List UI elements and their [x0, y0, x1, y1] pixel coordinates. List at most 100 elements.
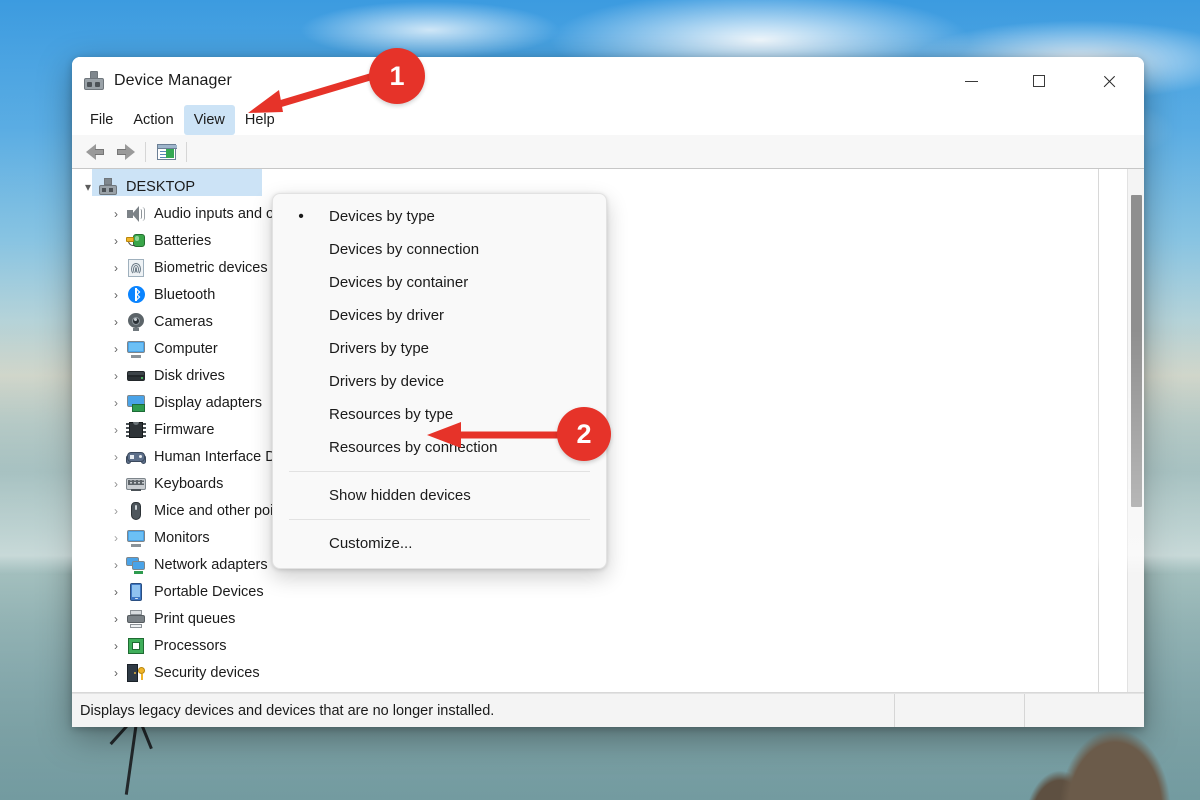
device-manager-window: Device Manager File Action View Help ▾ D… — [72, 57, 1144, 727]
menu-bar: File Action View Help — [72, 105, 1144, 135]
tree-root-label: DESKTOP — [126, 178, 196, 195]
gamepad-icon — [126, 448, 146, 466]
mouse-icon — [126, 501, 146, 520]
back-button[interactable] — [80, 139, 110, 165]
chevron-right-icon[interactable]: › — [108, 478, 124, 490]
chevron-right-icon[interactable]: › — [108, 289, 124, 301]
portable-device-icon — [126, 582, 146, 601]
chevron-right-icon[interactable]: › — [108, 316, 124, 328]
tree-item-label: Processors — [154, 637, 227, 654]
annotation-arrow-1 — [248, 70, 384, 113]
menu-item-drivers-by-device[interactable]: Drivers by device — [273, 365, 606, 398]
chevron-right-icon[interactable]: › — [108, 262, 124, 274]
maximize-button[interactable] — [1016, 57, 1062, 105]
detail-pane — [1098, 169, 1144, 692]
tree-item-label: Computer — [154, 340, 218, 357]
forward-icon — [116, 143, 135, 160]
battery-icon — [126, 232, 146, 250]
menu-item-label: Show hidden devices — [329, 487, 471, 504]
desktop-wallpaper: Device Manager File Action View Help ▾ D… — [0, 0, 1200, 800]
view-dropdown-menu: • Devices by type Devices by connection … — [272, 193, 607, 569]
menu-separator-1 — [289, 471, 590, 472]
tree-item-label: Disk drives — [154, 367, 225, 384]
status-cell-2 — [1024, 694, 1144, 727]
firmware-chip-icon — [126, 421, 146, 439]
menu-item-devices-by-connection[interactable]: Devices by connection — [273, 233, 606, 266]
tree-item-label: Security devices — [154, 664, 260, 681]
vertical-scrollbar[interactable] — [1127, 169, 1144, 692]
chevron-right-icon[interactable]: › — [108, 235, 124, 247]
menu-file[interactable]: File — [80, 105, 123, 135]
tree-item-label: Network adapters — [154, 556, 268, 573]
chevron-right-icon[interactable]: › — [108, 397, 124, 409]
toolbar-separator-2 — [186, 141, 187, 162]
chevron-right-icon[interactable]: › — [108, 532, 124, 544]
annotation-arrow-2 — [427, 422, 565, 448]
toolbar-separator — [145, 141, 146, 162]
menu-item-drivers-by-type[interactable]: Drivers by type — [273, 332, 606, 365]
chevron-right-icon[interactable]: › — [108, 640, 124, 652]
menu-item-devices-by-type[interactable]: • Devices by type — [273, 200, 606, 233]
tree-row-portable-devices[interactable]: › Portable Devices — [72, 578, 1098, 605]
speaker-icon — [126, 205, 146, 223]
network-icon — [126, 556, 146, 574]
minimize-icon — [964, 80, 978, 82]
menu-item-label: Devices by container — [329, 274, 469, 291]
radio-bullet-icon: • — [298, 207, 304, 225]
status-message: Displays legacy devices and devices that… — [80, 702, 495, 719]
chevron-right-icon[interactable]: › — [108, 370, 124, 382]
toolbar — [72, 135, 1144, 169]
menu-item-label: Devices by type — [329, 208, 435, 225]
chevron-right-icon[interactable]: › — [108, 586, 124, 598]
chevron-right-icon[interactable]: › — [108, 451, 124, 463]
properties-button[interactable] — [151, 139, 181, 165]
menu-item-label: Drivers by type — [329, 340, 430, 357]
chevron-right-icon[interactable]: › — [108, 208, 124, 220]
maximize-icon — [1033, 75, 1045, 87]
security-icon — [126, 663, 146, 682]
chevron-right-icon[interactable]: › — [108, 424, 124, 436]
chevron-right-icon[interactable]: › — [108, 559, 124, 571]
menu-item-show-hidden-devices[interactable]: Show hidden devices — [273, 479, 606, 512]
menu-item-label: Customize... — [329, 535, 413, 552]
chevron-right-icon[interactable]: › — [108, 343, 124, 355]
monitor-icon — [126, 340, 146, 358]
disk-icon — [126, 367, 146, 385]
menu-view[interactable]: View — [183, 105, 235, 135]
chevron-down-icon[interactable]: ▾ — [80, 181, 96, 193]
chevron-right-icon[interactable]: › — [108, 613, 124, 625]
tree-item-label: Bluetooth — [154, 286, 216, 303]
bluetooth-icon — [126, 285, 146, 304]
status-cell-1 — [894, 694, 1024, 727]
title-bar: Device Manager — [72, 57, 1144, 105]
scrollbar-thumb[interactable] — [1131, 195, 1142, 507]
chevron-right-icon[interactable]: › — [108, 505, 124, 517]
menu-item-label: Drivers by device — [329, 373, 445, 390]
tree-item-label: Portable Devices — [154, 583, 264, 600]
tree-item-label: Firmware — [154, 421, 215, 438]
tree-item-label: Monitors — [154, 529, 210, 546]
camera-icon — [126, 312, 146, 331]
menu-separator-2 — [289, 519, 590, 520]
tree-item-label: Biometric devices — [154, 259, 268, 276]
menu-item-devices-by-driver[interactable]: Devices by driver — [273, 299, 606, 332]
minimize-button[interactable] — [948, 57, 994, 105]
menu-item-devices-by-container[interactable]: Devices by container — [273, 266, 606, 299]
tree-row-security-devices[interactable]: › Security devices — [72, 659, 1098, 686]
cpu-icon — [126, 637, 146, 655]
annotation-badge-2: 2 — [557, 407, 611, 461]
fingerprint-icon — [126, 258, 146, 277]
menu-item-label: Devices by driver — [329, 307, 445, 324]
keyboard-icon — [126, 475, 146, 493]
tree-row-print-queues[interactable]: › Print queues — [72, 605, 1098, 632]
menu-item-customize[interactable]: Customize... — [273, 527, 606, 560]
back-icon — [85, 143, 105, 160]
chevron-right-icon[interactable]: › — [108, 667, 124, 679]
printer-icon — [126, 609, 146, 628]
forward-button[interactable] — [110, 139, 140, 165]
close-button[interactable] — [1086, 57, 1132, 105]
tree-item-label: Display adapters — [154, 394, 262, 411]
tree-row-processors[interactable]: › Processors — [72, 632, 1098, 659]
computer-icon — [98, 177, 118, 196]
menu-action[interactable]: Action — [123, 105, 183, 135]
